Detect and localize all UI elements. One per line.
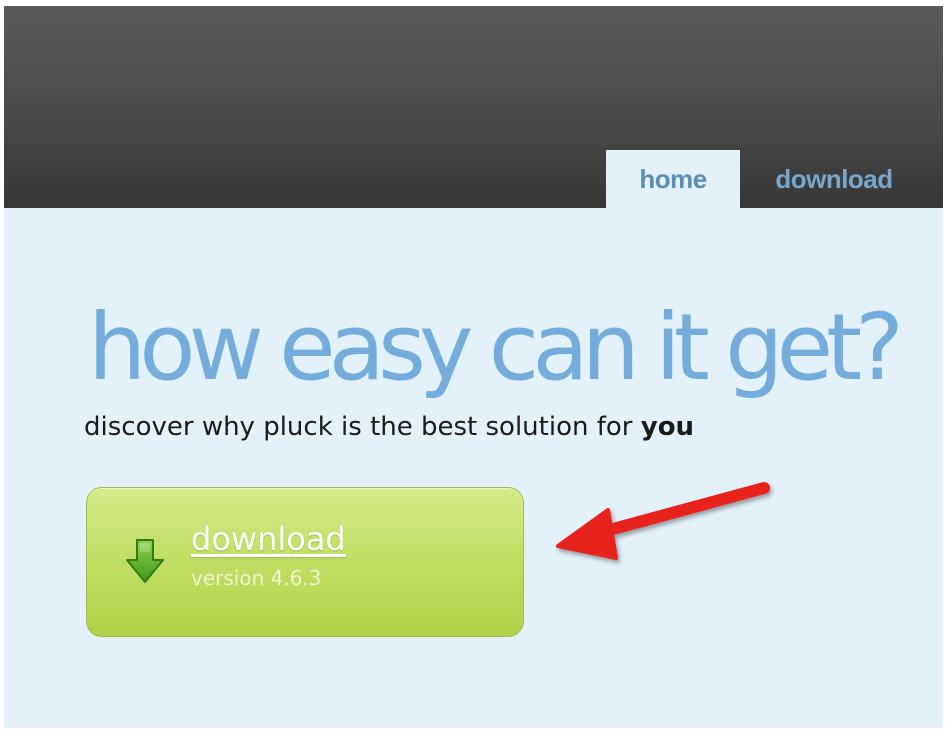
- download-label: download: [191, 520, 346, 558]
- subheadline-emphasis: you: [640, 412, 695, 442]
- tab-download[interactable]: download: [752, 150, 916, 208]
- download-button[interactable]: download version 4.6.3: [86, 487, 524, 637]
- download-version: version 4.6.3: [191, 566, 322, 590]
- red-arrow-icon: [556, 482, 770, 560]
- page-subheadline: discover why pluck is the best solution …: [84, 412, 694, 442]
- tab-home[interactable]: home: [606, 150, 740, 208]
- download-arrow-icon: [126, 539, 164, 583]
- page-headline: how easy can it get?: [88, 294, 904, 401]
- subheadline-text: discover why pluck is the best solution …: [84, 412, 641, 442]
- header-bar: home download: [4, 6, 943, 208]
